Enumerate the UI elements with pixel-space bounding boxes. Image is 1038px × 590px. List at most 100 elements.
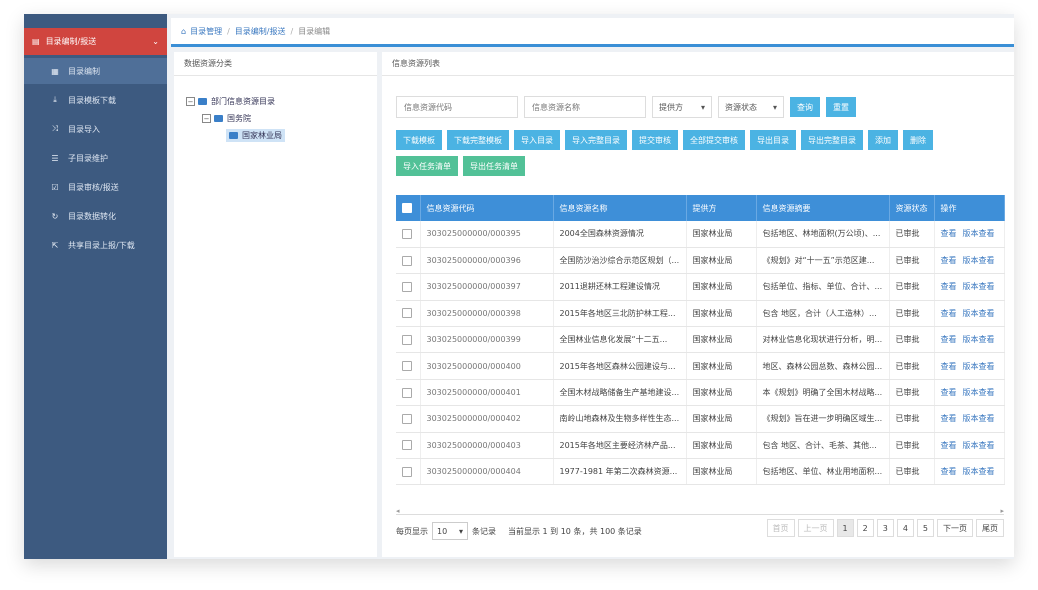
table-row[interactable]: 303025000000/000402 南岭山地森林及生物多样性生态... 国家林业… xyxy=(396,405,1005,433)
breadcrumb-mid[interactable]: 目录编制/报送 xyxy=(235,26,286,37)
scroll-left-icon[interactable]: ◂ xyxy=(396,507,400,515)
row-checkbox[interactable] xyxy=(402,361,412,372)
version-view-link[interactable]: 版本查看 xyxy=(963,335,995,344)
row-checkbox[interactable] xyxy=(402,255,412,266)
view-link[interactable]: 查看 xyxy=(941,388,957,397)
table-row[interactable]: 303025000000/000401 全国木材战略储备生产基地建设... 国家林业… xyxy=(396,379,1005,407)
collapse-toggle-icon[interactable]: − xyxy=(202,114,211,123)
sidebar-header-catalog-compile[interactable]: ▤ 目录编制/报送 ⌄ xyxy=(24,28,167,55)
view-link[interactable]: 查看 xyxy=(941,441,957,450)
tree-node-state-council[interactable]: − 国务院 xyxy=(202,113,251,124)
delete-button[interactable]: 删除 xyxy=(903,130,933,150)
operations-cell: 查看 版本查看 xyxy=(934,379,1005,407)
version-view-link[interactable]: 版本查看 xyxy=(963,362,995,371)
horizontal-scrollbar[interactable]: ◂ ▸ xyxy=(396,507,1004,515)
sidebar-item-data-convert[interactable]: ↻ 目录数据转化 xyxy=(24,203,167,229)
sidebar-item-template-download[interactable]: ⤓ 目录模板下载 xyxy=(24,87,167,113)
last-page-button[interactable]: 尾页 xyxy=(976,519,1004,537)
row-checkbox[interactable] xyxy=(402,334,412,345)
prev-page-button[interactable]: 上一页 xyxy=(797,519,834,537)
next-page-button[interactable]: 下一页 xyxy=(937,519,973,537)
page-1-button[interactable]: 1 xyxy=(836,519,854,537)
sidebar-item-catalog-import[interactable]: ⤨ 目录导入 xyxy=(24,116,167,142)
row-checkbox[interactable] xyxy=(402,281,412,292)
view-link[interactable]: 查看 xyxy=(941,414,957,423)
view-link[interactable]: 查看 xyxy=(941,229,957,238)
version-view-link[interactable]: 版本查看 xyxy=(963,309,995,318)
view-link[interactable]: 查看 xyxy=(941,309,957,318)
row-checkbox[interactable] xyxy=(402,440,412,451)
provider-select[interactable]: 提供方 ▾ xyxy=(652,96,712,118)
version-view-link[interactable]: 版本查看 xyxy=(963,282,995,291)
chevron-down-icon: ⌄ xyxy=(152,37,159,46)
export-full-catalog-button[interactable]: 导出完整目录 xyxy=(801,130,863,150)
tree-node-forestry-bureau[interactable]: 国家林业局 xyxy=(226,129,285,142)
column-header[interactable]: 提供方 xyxy=(686,195,757,221)
page-size-select[interactable]: 10 ▾ xyxy=(432,522,468,540)
filter-bar: 提供方 ▾ 资源状态 ▾ 查询 重置 xyxy=(396,96,856,118)
import-catalog-button[interactable]: 导入目录 xyxy=(514,130,560,150)
version-view-link[interactable]: 版本查看 xyxy=(963,256,995,265)
view-link[interactable]: 查看 xyxy=(941,362,957,371)
submit-all-review-button[interactable]: 全部提交审核 xyxy=(683,130,745,150)
resource-code-cell: 303025000000/000403 xyxy=(420,432,554,460)
first-page-button[interactable]: 首页 xyxy=(766,519,795,537)
sidebar-item-share-upload[interactable]: ⇱ 共享目录上报/下载 xyxy=(24,232,167,258)
table-row[interactable]: 303025000000/000396 全国防沙治沙综合示范区规划（... 国家林业… xyxy=(396,247,1005,275)
folder-icon xyxy=(198,98,207,105)
resource-name-cell: 1977-1981 年第二次森林资源... xyxy=(553,458,687,486)
row-checkbox[interactable] xyxy=(402,466,412,477)
column-header[interactable]: 信息资源摘要 xyxy=(756,195,890,221)
status-select[interactable]: 资源状态 ▾ xyxy=(718,96,784,118)
view-link[interactable]: 查看 xyxy=(941,335,957,344)
sidebar-item-subcatalog[interactable]: ☰ 子目录维护 xyxy=(24,145,167,171)
table-row[interactable]: 303025000000/000400 2015年各地区森林公园建设与... 国家林… xyxy=(396,352,1005,380)
version-view-link[interactable]: 版本查看 xyxy=(963,388,995,397)
table-row[interactable]: 303025000000/000397 2011退耕还林工程建设情况 国家林业局 包括… xyxy=(396,273,1005,301)
download-template-button[interactable]: 下载模板 xyxy=(396,130,442,150)
collapse-toggle-icon[interactable]: − xyxy=(186,97,195,106)
tree-node-department[interactable]: − 部门信息资源目录 xyxy=(186,96,275,107)
page-4-button[interactable]: 4 xyxy=(896,519,914,537)
sidebar-item-catalog-edit[interactable]: ▦ 目录编制 xyxy=(24,58,167,84)
row-select-cell xyxy=(396,221,421,248)
column-header[interactable]: 资源状态 xyxy=(889,195,935,221)
sidebar-item-review-submit[interactable]: ☑ 目录审核/报送 xyxy=(24,174,167,200)
row-checkbox[interactable] xyxy=(402,387,412,398)
version-view-link[interactable]: 版本查看 xyxy=(963,229,995,238)
resource-name-input[interactable] xyxy=(524,96,646,118)
import-task-list-button[interactable]: 导入任务清单 xyxy=(396,156,458,176)
view-link[interactable]: 查看 xyxy=(941,467,957,476)
table-row[interactable]: 303025000000/000395 2004全国森林资源情况 国家林业局 包括地区… xyxy=(396,221,1005,248)
column-header[interactable]: 信息资源代码 xyxy=(420,195,554,221)
search-button[interactable]: 查询 xyxy=(790,97,820,117)
version-view-link[interactable]: 版本查看 xyxy=(963,441,995,450)
download-full-template-button[interactable]: 下载完整模板 xyxy=(447,130,509,150)
select-all-checkbox[interactable] xyxy=(402,203,412,213)
row-checkbox[interactable] xyxy=(402,413,412,424)
table-row[interactable]: 303025000000/000404 1977-1981 年第二次森林资源...… xyxy=(396,458,1005,486)
breadcrumb-home[interactable]: 目录管理 xyxy=(190,26,222,37)
column-header[interactable]: 信息资源名称 xyxy=(553,195,687,221)
table-row[interactable]: 303025000000/000403 2015年各地区主要经济林产品... 国家林… xyxy=(396,432,1005,460)
table-row[interactable]: 303025000000/000399 全国林业信息化发展“十二五... 国家林业局… xyxy=(396,326,1005,354)
reset-button[interactable]: 重置 xyxy=(826,97,856,117)
row-checkbox[interactable] xyxy=(402,228,412,239)
view-link[interactable]: 查看 xyxy=(941,256,957,265)
version-view-link[interactable]: 版本查看 xyxy=(963,414,995,423)
row-checkbox[interactable] xyxy=(402,308,412,319)
summary-cell: 包括地区、林地面积(万公顷)、... xyxy=(756,221,890,248)
page-3-button[interactable]: 3 xyxy=(876,519,894,537)
page-5-button[interactable]: 5 xyxy=(916,519,934,537)
import-full-catalog-button[interactable]: 导入完整目录 xyxy=(565,130,627,150)
view-link[interactable]: 查看 xyxy=(941,282,957,291)
resource-code-input[interactable] xyxy=(396,96,518,118)
table-row[interactable]: 303025000000/000398 2015年各地区三北防护林工程... 国家林… xyxy=(396,300,1005,328)
page-2-button[interactable]: 2 xyxy=(856,519,874,537)
export-task-list-button[interactable]: 导出任务清单 xyxy=(463,156,525,176)
scroll-right-icon[interactable]: ▸ xyxy=(1000,507,1004,515)
add-button[interactable]: 添加 xyxy=(868,130,898,150)
version-view-link[interactable]: 版本查看 xyxy=(963,467,995,476)
submit-review-button[interactable]: 提交审核 xyxy=(632,130,678,150)
export-catalog-button[interactable]: 导出目录 xyxy=(750,130,796,150)
